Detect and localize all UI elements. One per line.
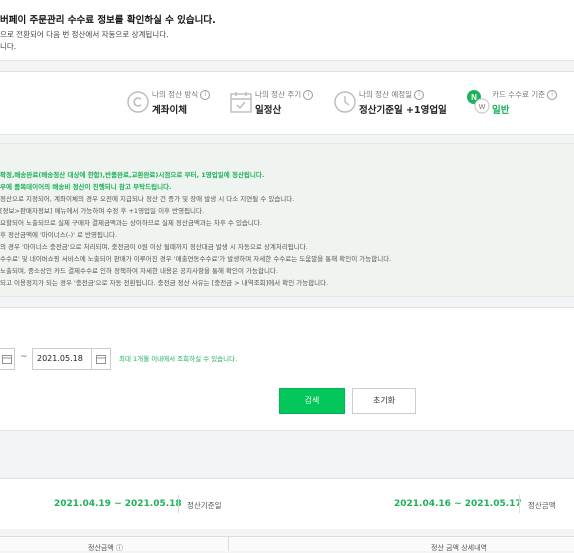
summary-value: 계좌이체 xyxy=(152,105,187,116)
column-divider xyxy=(228,537,229,551)
reset-button[interactable]: 초기화 xyxy=(352,388,416,414)
guide-line: 요할되어 노출되므로 실제 구매자 결제금액과는 상이하므로 실제 정산금액과는… xyxy=(0,219,262,227)
results-summary-bar: 2021.04.19 ~ 2021.05.18 정산기준일 2021.04.16… xyxy=(0,478,574,529)
summary-label: 나의 정산 주기 xyxy=(255,90,302,99)
svg-text:W: W xyxy=(479,104,486,111)
calendar-icon xyxy=(96,355,106,364)
clock-icon xyxy=(334,91,356,113)
naver-pay-card-icon: N W xyxy=(467,90,490,114)
right-range-label: 정산금액 xyxy=(528,501,556,510)
summary-value: 일정산 xyxy=(255,105,282,116)
calendar-icon xyxy=(230,92,252,113)
settlement-guide-box: 확정,배송완료(배송정산 대상에 한함),반품완료,교환완료)시점으로 부터, … xyxy=(0,143,574,297)
svg-text:N: N xyxy=(471,93,477,102)
summary-label: 카드 수수료 기준 xyxy=(492,90,546,99)
column-header-settlement-detail: 정산 금액 상세내역 xyxy=(431,544,487,552)
left-range-label: 정산기준일 xyxy=(187,501,222,510)
column-header-settlement-amount: 정산금액 ⓘ xyxy=(88,544,123,552)
guide-line: [정보>판매자정보] 메뉴에서 가능하며 수정 후 +1영업일 이후 반영됩니다… xyxy=(0,207,205,215)
search-panel: ~ 2021.05.18 최대 1개월 이내에서 조회하실 수 있습니다. 검색… xyxy=(0,307,574,431)
info-icon[interactable]: i xyxy=(200,90,211,100)
copyright-circle-icon xyxy=(127,91,149,113)
info-icon[interactable]: i xyxy=(303,90,314,100)
guide-line: 되고 이용정지가 되는 경우 '충전금'으로 자동 전환됩니다. 충전금 정산 … xyxy=(0,279,329,287)
notice-title: 버페이 주문관리 수수료 정보를 확인하실 수 있습니다. xyxy=(0,15,216,26)
summary-label: 나의 정산 예정일 xyxy=(359,90,413,99)
date-range-separator: ~ xyxy=(20,352,28,362)
guide-line: 후 정산금액에 '마이너스(-)' 로 반영됩니다. xyxy=(0,231,118,239)
guide-line: 의 경우 '마이너스 충전금'으로 처리되며, 충전금이 0원 이상 될때까지 … xyxy=(0,243,308,251)
guide-line: 우에 품목데이어의 배송비 정산이 진행되니 참고 부탁드립니다. xyxy=(0,183,172,191)
end-date-value: 2021.05.18 xyxy=(37,354,83,363)
guide-line: 정산으로 지정되어, 계좌이체의 경우 오전에 지급되나 정산 건 증가 및 장… xyxy=(0,195,295,203)
table-header: 정산금액 ⓘ 정산 금액 상세내역 xyxy=(0,536,574,552)
settlement-summary-card: 나의 정산 방식 i 계좌이체 나의 정산 주기 i 일정산 나의 정산 예정일 i … xyxy=(0,71,574,135)
calendar-icon xyxy=(2,355,12,364)
guide-line: 수수료' 및 네이버쇼핑 서비스에 노출되어 판매가 이루어진 경우 '매출연동… xyxy=(0,255,392,263)
start-date-calendar-button[interactable] xyxy=(0,348,15,370)
end-date-field[interactable]: 2021.05.18 xyxy=(32,348,92,370)
divider xyxy=(178,495,179,513)
guide-line: 확정,배송완료(배송정산 대상에 한함),반품완료,교환완료)시점으로 부터, … xyxy=(0,171,265,179)
date-range-hint: 최대 1개월 이내에서 조회하실 수 있습니다. xyxy=(119,355,238,363)
divider xyxy=(519,495,520,513)
notice-text-line-2: 으로 전환되어 다음 번 정산에서 자동으로 상계됩니다. xyxy=(0,30,169,39)
summary-label: 나의 정산 방식 xyxy=(152,90,199,99)
notice-panel: 버페이 주문관리 수수료 정보를 확인하실 수 있습니다. 으로 전환되어 다음… xyxy=(0,0,574,61)
info-icon[interactable]: i xyxy=(547,90,558,100)
right-date-range: 2021.04.16 ~ 2021.05.17 xyxy=(394,499,522,509)
left-date-range: 2021.04.19 ~ 2021.05.18 xyxy=(54,499,182,509)
guide-line: 노출되며, 중소상인 카드 결제수수료 인하 정책하여 자세한 내용은 공지사항… xyxy=(0,267,279,275)
search-button[interactable]: 검색 xyxy=(279,388,345,414)
notice-text-line-3: 니다. xyxy=(0,42,17,51)
info-icon[interactable]: i xyxy=(414,90,425,100)
summary-value: 일반 xyxy=(492,105,510,116)
end-date-calendar-button[interactable] xyxy=(91,348,111,370)
summary-value: 정산기준일 +1영업일 xyxy=(359,105,447,116)
